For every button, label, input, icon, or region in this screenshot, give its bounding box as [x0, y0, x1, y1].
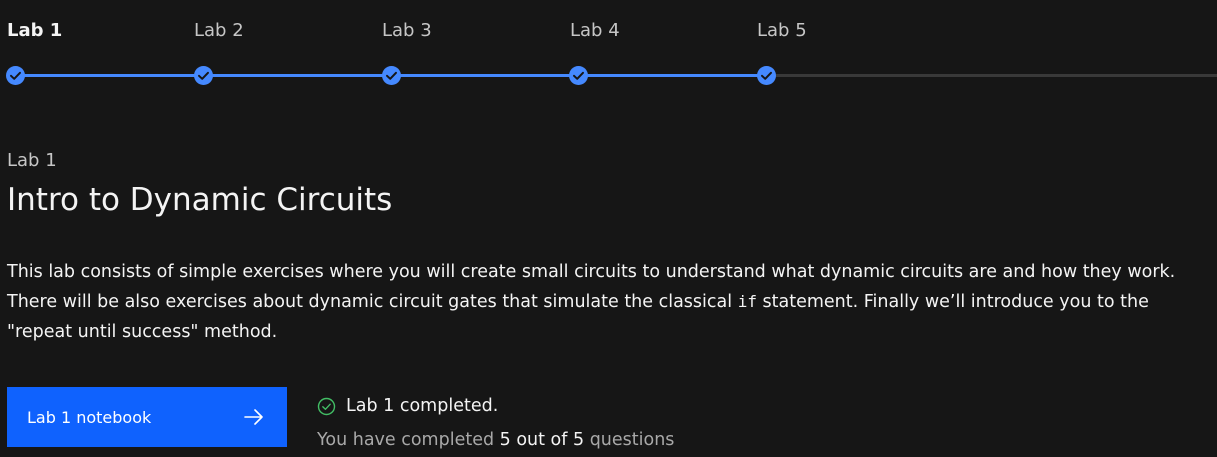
step-label: Lab 1 [7, 20, 63, 41]
progress-prefix: You have completed [317, 430, 500, 450]
lab-notebook-button[interactable]: Lab 1 notebook [7, 387, 287, 447]
lab-description: This lab consists of simple exercises wh… [7, 257, 1212, 347]
progress-suffix: questions [584, 430, 675, 450]
notebook-button-label: Lab 1 notebook [27, 407, 152, 427]
progress-count: 5 out of 5 [499, 430, 585, 450]
step-lab-3[interactable]: Lab 3 [382, 0, 570, 100]
step-lab-4[interactable]: Lab 4 [570, 0, 758, 100]
step-lab-5[interactable]: Lab 5 [757, 0, 945, 100]
step-label: Lab 5 [757, 20, 807, 41]
lab-eyebrow: Lab 1 [7, 150, 57, 171]
step-lab-2[interactable]: Lab 2 [194, 0, 382, 100]
arrow-right-icon [244, 409, 263, 425]
completion-status: Lab 1 completed. [317, 396, 498, 416]
step-label: Lab 2 [194, 20, 244, 41]
lab-progress-stepper: Lab 1 Lab 2 Lab 3 Lab 4 Lab 5 [0, 0, 1217, 100]
step-label: Lab 4 [570, 20, 620, 41]
checkmark-circle-icon [569, 66, 588, 85]
questions-progress: You have completed 5 out of 5 questions [317, 430, 674, 450]
lab-page: Lab 1 Lab 2 Lab 3 Lab 4 Lab 5 Lab 1 Intr… [0, 0, 1217, 457]
step-lab-1[interactable]: Lab 1 [7, 0, 195, 100]
checkmark-circle-icon [382, 66, 401, 85]
checkmark-circle-icon [757, 66, 776, 85]
completed-label: Lab 1 completed. [346, 396, 499, 416]
page-title: Intro to Dynamic Circuits [7, 182, 393, 218]
checkmark-circle-icon [6, 66, 25, 85]
checkmark-circle-icon [194, 66, 213, 85]
checkmark-outline-icon [317, 397, 336, 415]
step-label: Lab 3 [382, 20, 432, 41]
inline-code: if [737, 292, 757, 311]
